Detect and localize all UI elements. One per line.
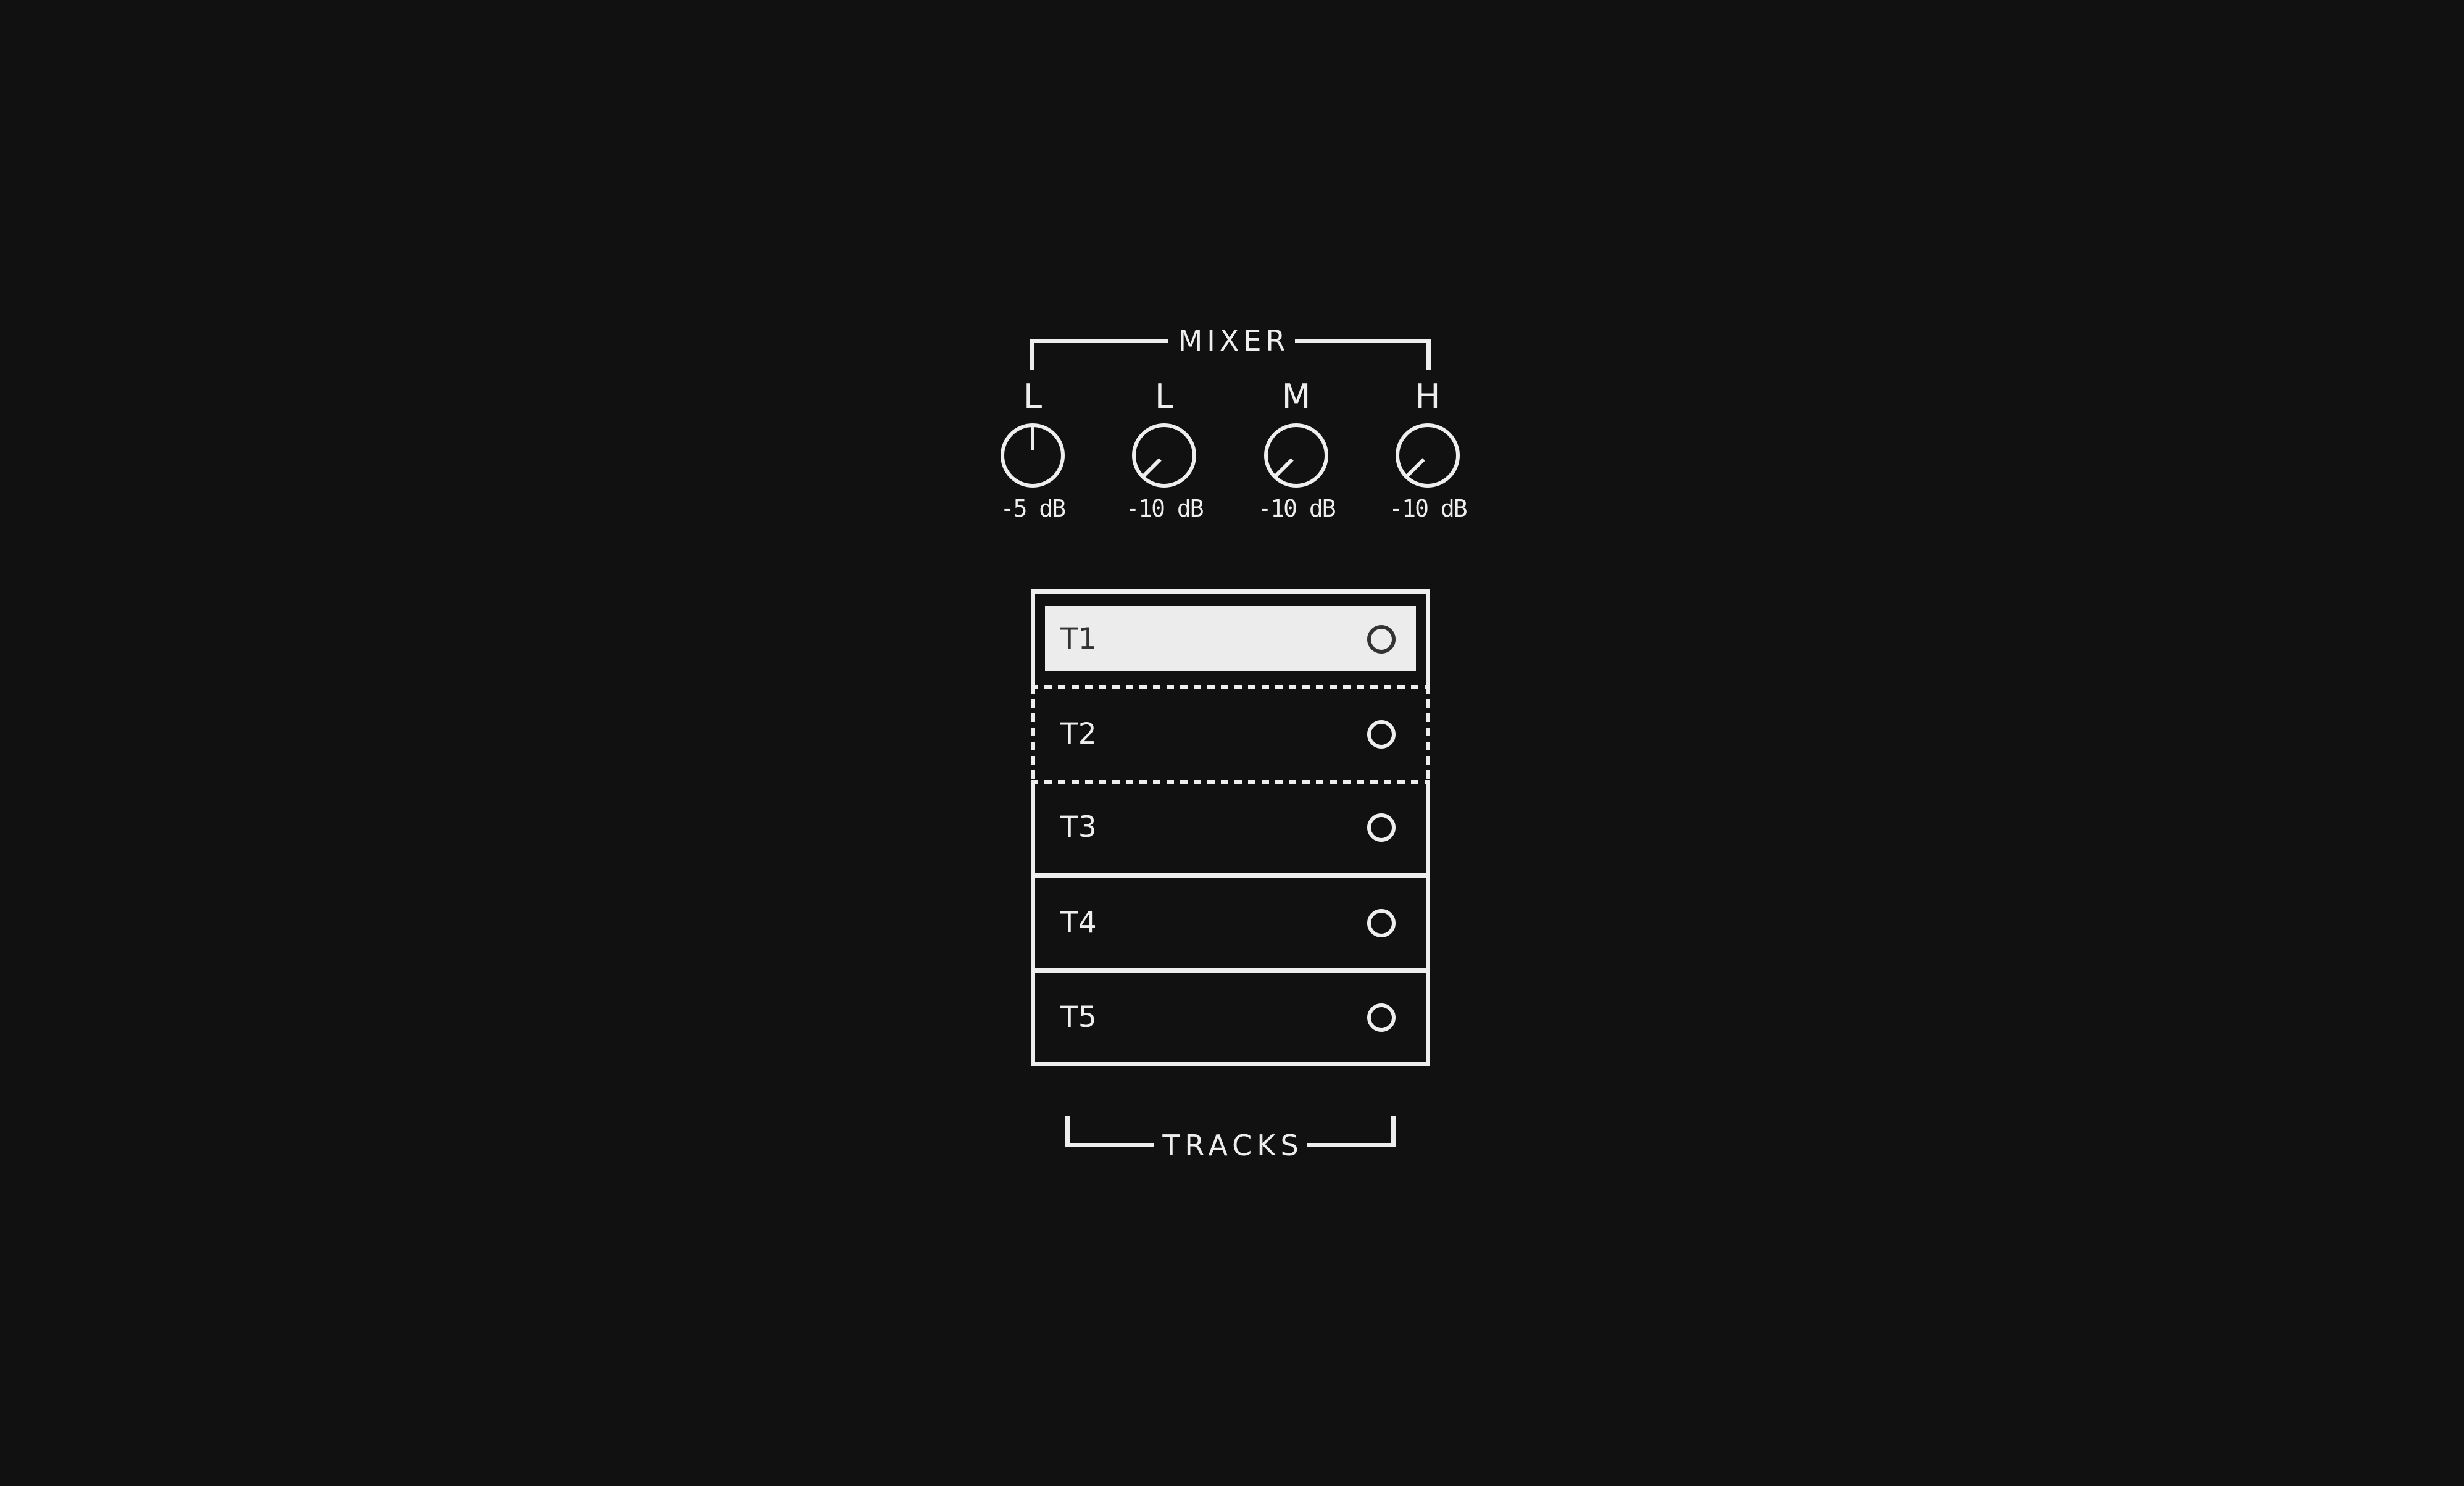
track-name: T4 bbox=[1060, 905, 1097, 940]
track-name: T1 bbox=[1060, 622, 1097, 656]
row-divider bbox=[1035, 968, 1426, 973]
knob-label: M bbox=[1281, 377, 1311, 416]
knob-dial[interactable] bbox=[1130, 421, 1199, 490]
knob-value: -10 dB bbox=[1389, 495, 1467, 522]
circle-icon[interactable] bbox=[1367, 625, 1396, 654]
knob-ring bbox=[1396, 423, 1460, 488]
knob-value: -10 dB bbox=[1257, 495, 1336, 522]
circle-icon[interactable] bbox=[1367, 813, 1396, 842]
knob-value: -5 dB bbox=[1000, 495, 1066, 522]
track-name: T2 bbox=[1060, 716, 1097, 751]
knob-label: L bbox=[1023, 377, 1043, 416]
track-list: T1 T2 T3 T4 T5 bbox=[1031, 589, 1430, 1066]
track-row-t4[interactable]: T4 bbox=[1035, 878, 1426, 968]
knob-dial[interactable] bbox=[1393, 421, 1462, 490]
track-name: T3 bbox=[1060, 810, 1097, 844]
selection-highlight bbox=[1045, 606, 1416, 671]
circle-icon[interactable] bbox=[1367, 1003, 1396, 1032]
knob-label: H bbox=[1415, 377, 1441, 416]
track-row-t2[interactable]: T2 bbox=[1031, 685, 1430, 784]
knob-high: H -10 dB bbox=[1366, 378, 1489, 526]
knob-label: L bbox=[1154, 377, 1174, 416]
track-row-t3[interactable]: T3 bbox=[1035, 782, 1426, 873]
knob-value: -10 dB bbox=[1125, 495, 1204, 522]
track-row-t5[interactable]: T5 bbox=[1035, 973, 1426, 1062]
knob-mid: M -10 dB bbox=[1234, 378, 1358, 526]
track-row-t1[interactable]: T1 bbox=[1035, 594, 1426, 685]
knob-low-2: L -10 dB bbox=[1102, 378, 1226, 526]
tracks-title: TRACKS bbox=[1154, 1130, 1307, 1161]
track-name: T5 bbox=[1060, 1000, 1097, 1034]
row-divider bbox=[1035, 873, 1426, 878]
knob-pointer bbox=[1142, 458, 1162, 478]
knob-pointer bbox=[1405, 458, 1425, 478]
circle-icon[interactable] bbox=[1367, 908, 1396, 937]
knob-ring bbox=[1132, 423, 1196, 488]
circle-icon[interactable] bbox=[1367, 720, 1396, 749]
mixer-title: MIXER bbox=[1168, 325, 1295, 356]
knob-dial[interactable] bbox=[1262, 421, 1331, 490]
knob-ring bbox=[1264, 423, 1328, 488]
knob-dial[interactable] bbox=[998, 421, 1067, 490]
knob-low-1: L -5 dB bbox=[971, 378, 1094, 526]
knob-pointer bbox=[1274, 458, 1294, 478]
